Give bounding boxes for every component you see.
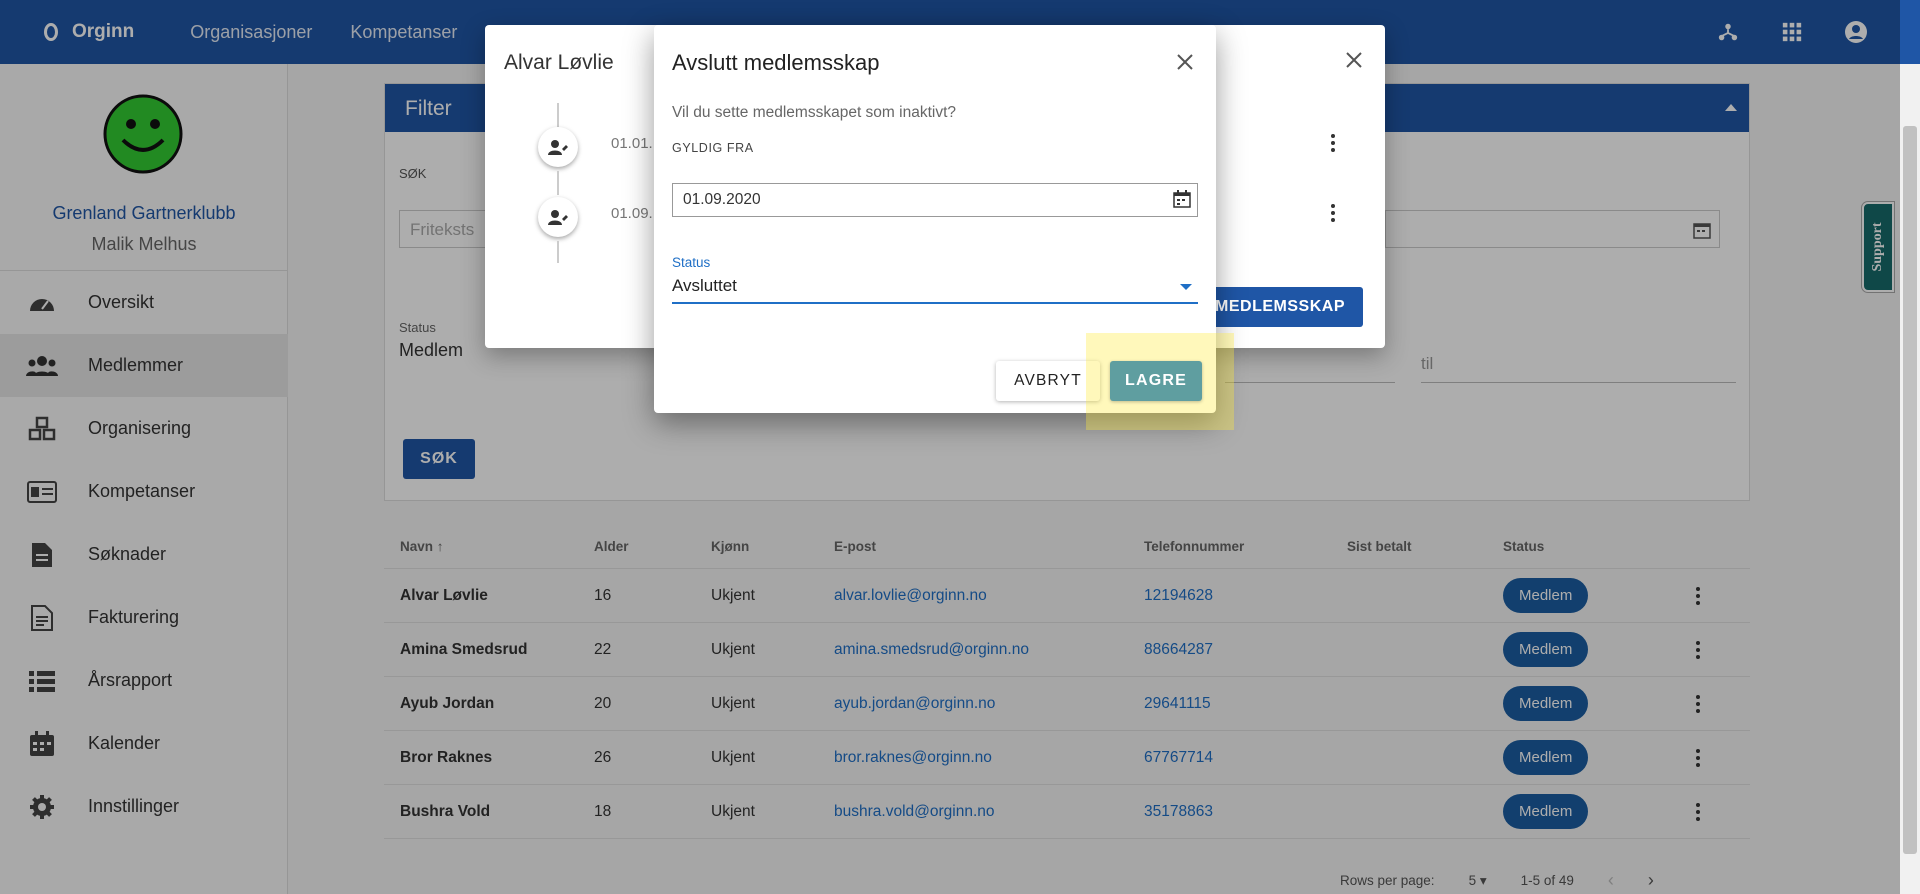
valid-from-input[interactable]: 01.09.2020 [672, 183, 1198, 217]
scrollbar-thumb[interactable] [1903, 126, 1917, 854]
timeline-date: 01.09. [611, 205, 653, 222]
timeline-line [557, 103, 559, 127]
dialog-question: Vil du sette medlemsskapet som inaktivt? [672, 104, 957, 121]
status-value: Avsluttet [672, 276, 737, 295]
calendar-icon[interactable] [1173, 190, 1191, 213]
save-button[interactable]: LAGRE [1110, 361, 1202, 401]
scrollbar[interactable] [1900, 64, 1920, 894]
member-edit-icon[interactable] [538, 197, 578, 237]
timeline-line [557, 241, 559, 263]
member-dialog-title: Alvar Løvlie [504, 51, 614, 74]
timeline-line [557, 171, 559, 195]
status-select[interactable]: Avsluttet [672, 274, 1198, 304]
more-vert-icon[interactable] [1331, 204, 1335, 222]
member-edit-icon[interactable] [538, 127, 578, 167]
valid-from-label: GYLDIG FRA [672, 141, 754, 155]
status-label: Status [672, 255, 711, 270]
membership-button[interactable]: MEDLEMSSKAP [1205, 287, 1363, 327]
dropdown-arrow-icon[interactable] [1180, 284, 1192, 290]
close-icon[interactable] [1176, 53, 1194, 76]
cancel-button[interactable]: AVBRYT [996, 361, 1100, 401]
valid-from-value: 01.09.2020 [683, 191, 761, 208]
close-icon[interactable] [1345, 51, 1363, 74]
dialog-title: Avslutt medlemsskap [672, 50, 880, 75]
timeline-date: 01.01. [611, 135, 653, 152]
more-vert-icon[interactable] [1331, 134, 1335, 152]
